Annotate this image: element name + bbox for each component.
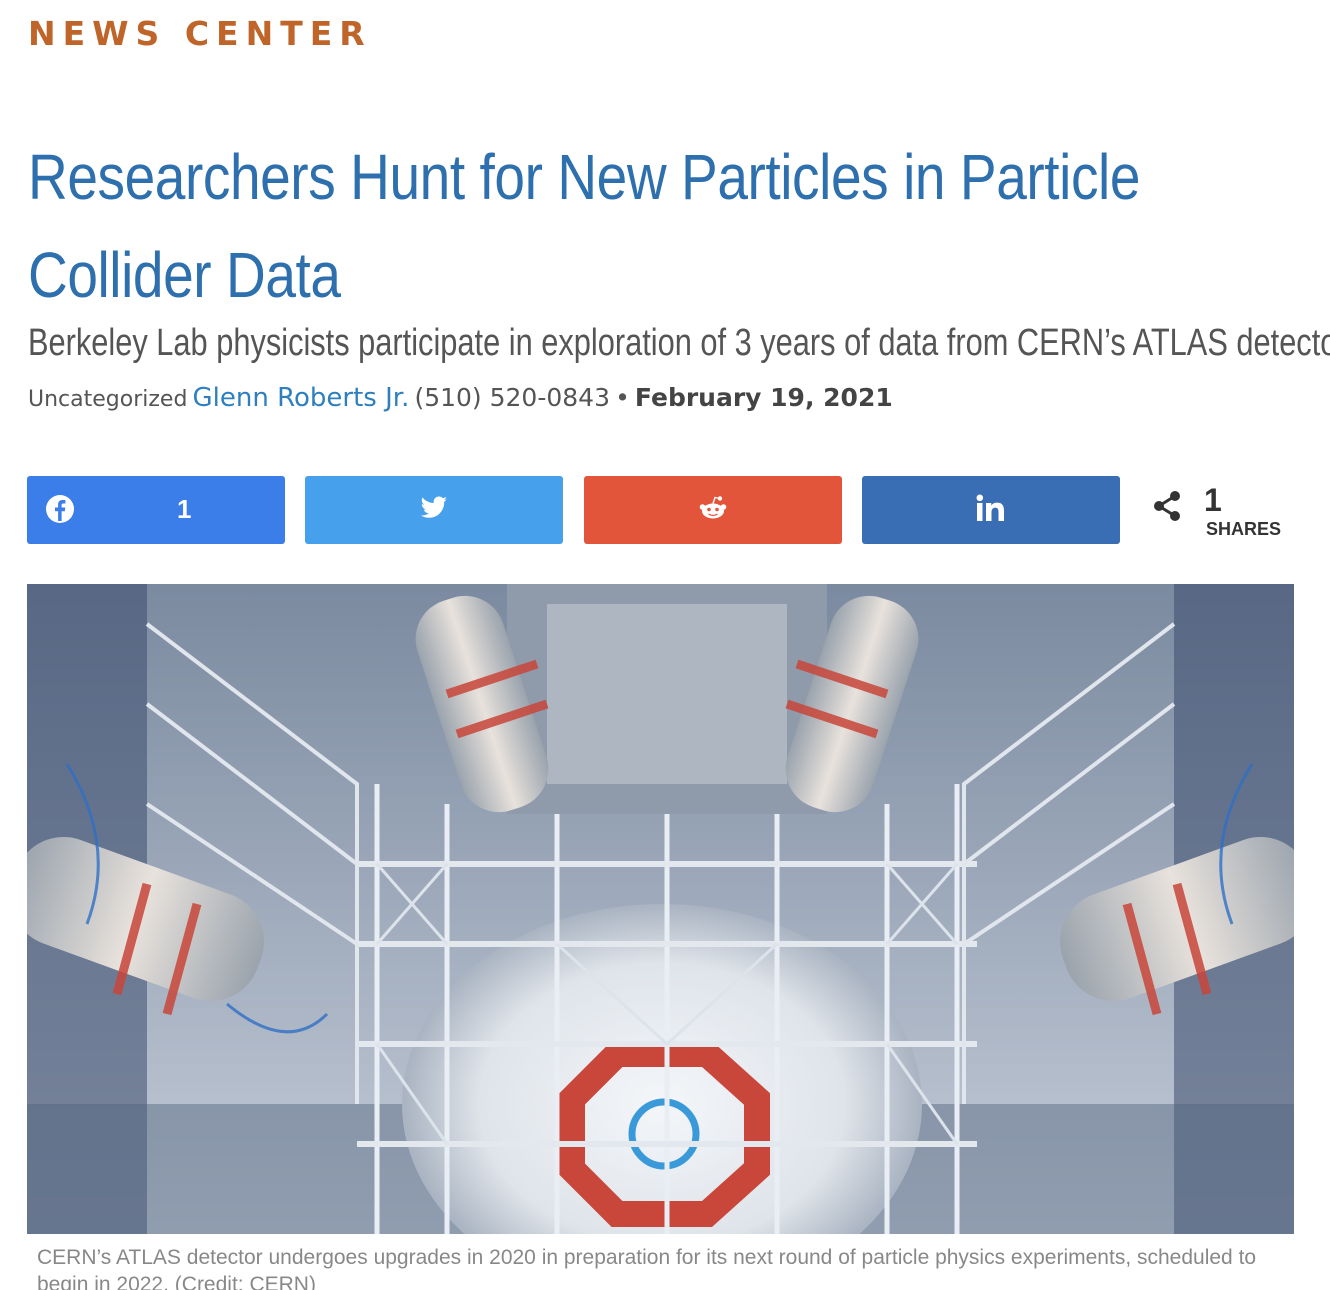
twitter-share-button[interactable] — [305, 476, 563, 544]
article-hero-image — [27, 584, 1294, 1234]
article-subheading: Berkeley Lab physicists participate in e… — [28, 322, 1330, 364]
total-shares: 1 SHARES — [1152, 480, 1302, 540]
facebook-share-count: 1 — [177, 494, 192, 524]
share-icon — [1152, 490, 1182, 527]
atlas-detector-photo — [27, 584, 1294, 1234]
twitter-icon — [420, 496, 448, 525]
publish-date: February 19, 2021 — [634, 383, 893, 412]
total-share-count: 1 — [1204, 482, 1222, 518]
meta-separator: • — [615, 383, 630, 412]
author-phone: (510) 520-0843 — [414, 383, 610, 412]
linkedin-share-button[interactable] — [862, 476, 1120, 544]
site-title[interactable]: NEWS CENTER — [28, 14, 372, 53]
image-caption: CERN’s ATLAS detector undergoes upgrades… — [37, 1246, 1257, 1290]
reddit-icon — [698, 495, 728, 526]
facebook-share-button[interactable]: 1 — [27, 476, 285, 544]
share-bar: 1 1 SHARES — [27, 476, 1297, 544]
author-link[interactable]: Glenn Roberts Jr. — [193, 383, 410, 413]
category-link[interactable]: Uncategorized — [28, 387, 187, 412]
article-headline: Researchers Hunt for New Particles in Pa… — [28, 141, 1141, 311]
total-share-label: SHARES — [1206, 519, 1282, 539]
facebook-icon — [45, 494, 75, 529]
reddit-share-button[interactable] — [584, 476, 842, 544]
article-meta: Uncategorized Glenn Roberts Jr. (510) 52… — [28, 383, 893, 413]
linkedin-icon — [976, 494, 1006, 527]
